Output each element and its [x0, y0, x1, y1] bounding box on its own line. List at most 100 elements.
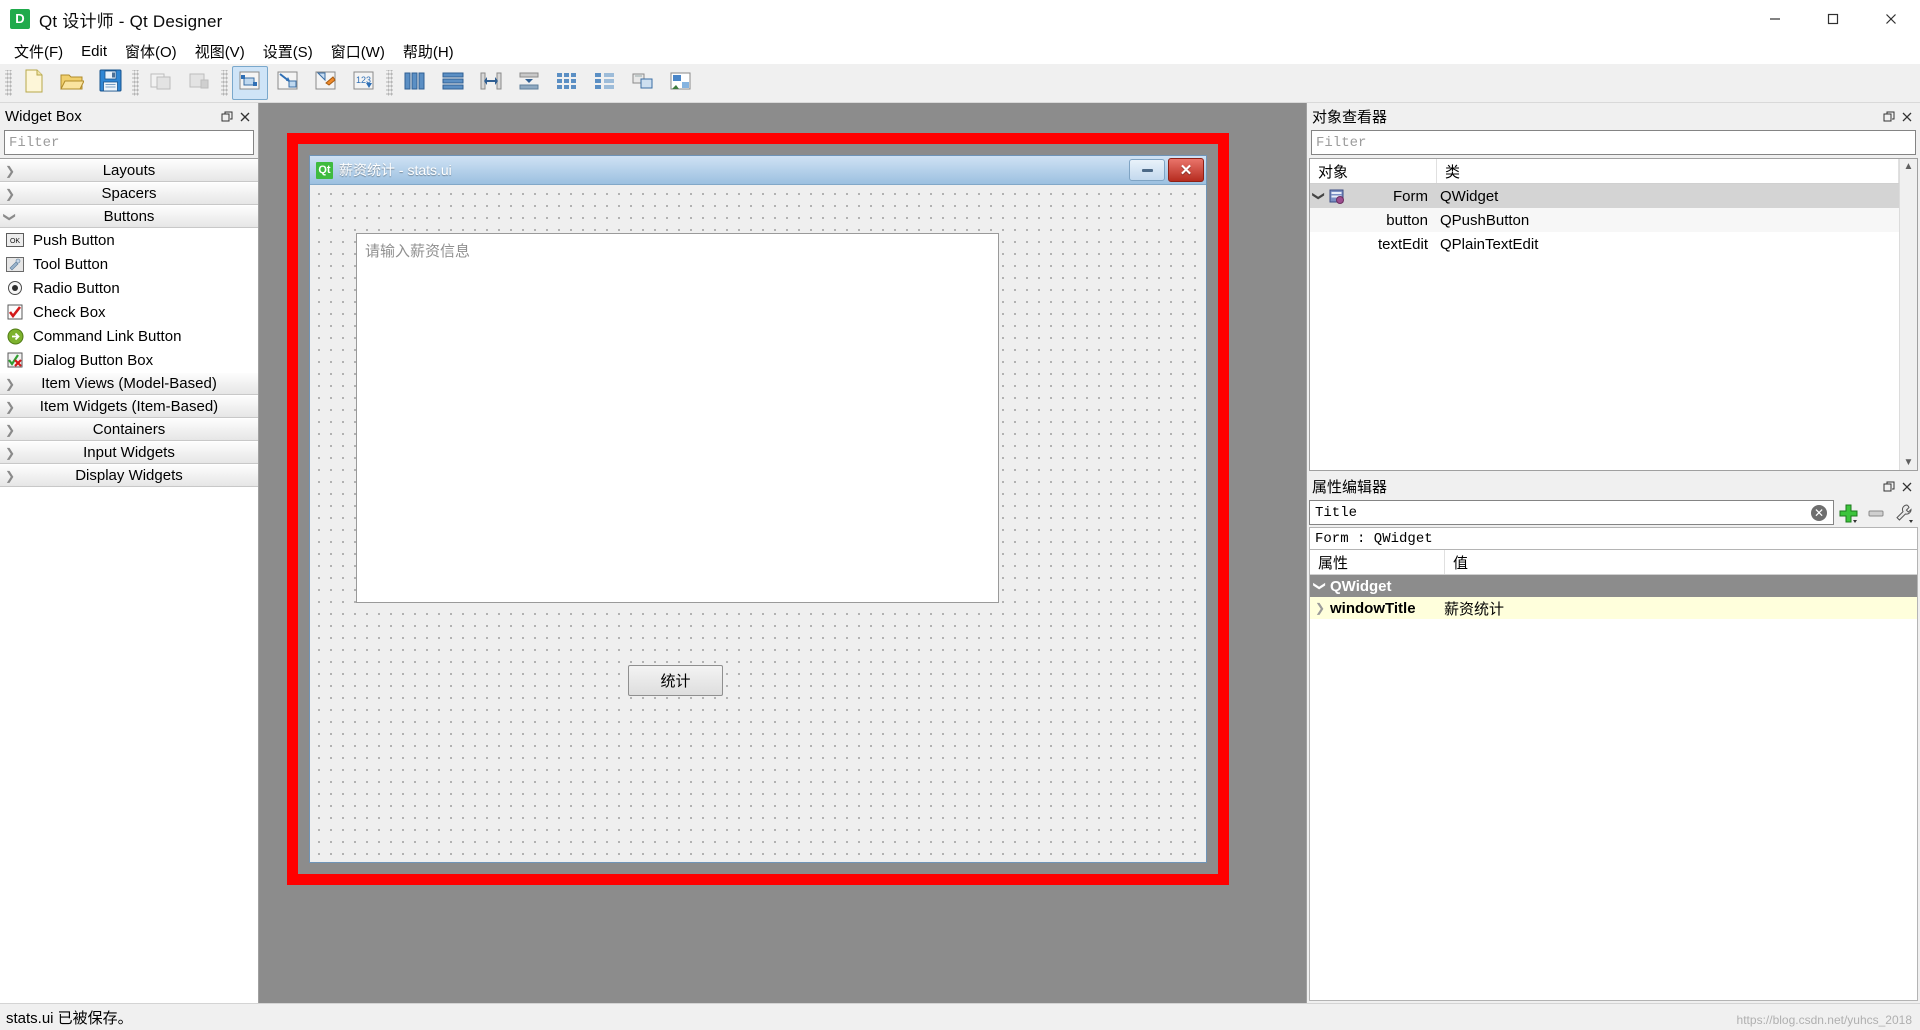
column-header-object[interactable]: 对象 [1310, 159, 1437, 183]
scroll-down-icon[interactable]: ▼ [1904, 455, 1914, 470]
edit-widgets-button[interactable] [232, 66, 268, 100]
form-minimize-button[interactable] [1129, 159, 1165, 181]
widget-item-command-link-button[interactable]: Command Link Button [0, 324, 258, 348]
chevron-down-icon[interactable]: ❯ [1312, 187, 1326, 205]
widget-category-buttons[interactable]: ❯ Buttons [0, 205, 258, 228]
layout-grid-icon [556, 71, 578, 96]
table-row[interactable]: button QPushButton [1310, 208, 1899, 232]
close-icon[interactable] [236, 108, 254, 126]
object-inspector-dock: 对象查看器 Filter 对象 类 ❯ Form QWidget button … [1307, 103, 1920, 473]
svg-text:OK: OK [10, 238, 20, 245]
plain-text-edit-widget[interactable]: 请输入薪资信息 [356, 233, 999, 603]
chevron-down-icon[interactable]: ❯ [1313, 576, 1327, 596]
redo-button[interactable] [181, 66, 217, 100]
signals-slots-icon [276, 69, 300, 98]
chevron-right-icon: ❯ [4, 376, 16, 391]
property-editor-dock-buttons [1880, 478, 1916, 496]
toolbar-grip[interactable] [132, 70, 139, 96]
close-icon[interactable] [1898, 108, 1916, 126]
widget-category-display-widgets[interactable]: ❯ Display Widgets [0, 464, 258, 487]
class-name: QWidget [1440, 187, 1499, 205]
save-form-button[interactable] [92, 66, 128, 100]
table-row[interactable]: textEdit QPlainTextEdit [1310, 232, 1899, 256]
menu-help[interactable]: 帮助(H) [394, 39, 463, 64]
push-button-icon: OK [5, 230, 25, 250]
edit-signals-slots-button[interactable] [270, 66, 306, 100]
object-inspector-filter-input[interactable]: Filter [1311, 130, 1916, 155]
close-icon[interactable] [1898, 478, 1916, 496]
float-icon[interactable] [1880, 108, 1898, 126]
menu-form[interactable]: 窗体(O) [116, 39, 186, 64]
column-header-class[interactable]: 类 [1437, 159, 1899, 183]
property-value[interactable]: 薪资统计 [1436, 598, 1917, 619]
float-icon[interactable] [1880, 478, 1898, 496]
stats-push-button[interactable]: 统计 [628, 665, 723, 696]
chevron-right-icon: ❯ [4, 422, 16, 437]
toolbar-grip[interactable] [386, 70, 393, 96]
wrench-icon [1896, 503, 1913, 523]
widget-item-check-box[interactable]: Check Box [0, 300, 258, 324]
widget-category-input-widgets[interactable]: ❯ Input Widgets [0, 441, 258, 464]
remove-property-button[interactable] [1862, 500, 1890, 525]
toolbar: 123 [0, 64, 1920, 103]
object-cell: button [1310, 212, 1432, 229]
widget-category-spacers[interactable]: ❯ Spacers [0, 182, 258, 205]
design-canvas[interactable]: Qt 薪资统计 - stats.ui ✕ 请输入薪资信息 统计 [259, 103, 1306, 1003]
widget-category-item-widgets[interactable]: ❯ Item Widgets (Item-Based) [0, 395, 258, 418]
layout-form-button[interactable] [587, 66, 623, 100]
configure-property-button[interactable] [1890, 500, 1918, 525]
property-group-qwidget[interactable]: ❯ QWidget [1310, 575, 1917, 597]
form-close-button[interactable]: ✕ [1168, 158, 1204, 182]
widget-category-layouts[interactable]: ❯ Layouts [0, 159, 258, 182]
menu-view[interactable]: 视图(V) [186, 39, 254, 64]
clear-icon[interactable]: ✕ [1811, 504, 1827, 521]
edit-tab-order-button[interactable]: 123 [346, 66, 382, 100]
widget-box-filter-input[interactable]: Filter [4, 130, 254, 155]
qt-logo-icon: Qt [316, 161, 333, 179]
property-search-input[interactable]: Title ✕ [1309, 500, 1834, 525]
undo-button[interactable] [143, 66, 179, 100]
adjust-size-button[interactable] [663, 66, 699, 100]
window-controls [1746, 0, 1920, 38]
column-header-property[interactable]: 属性 [1310, 550, 1445, 574]
widget-item-push-button[interactable]: OK Push Button [0, 228, 258, 252]
add-property-button[interactable] [1834, 500, 1862, 525]
widget-item-label: Command Link Button [33, 327, 182, 345]
chevron-right-icon[interactable]: ❯ [1310, 601, 1330, 615]
edit-buddies-button[interactable] [308, 66, 344, 100]
menu-window[interactable]: 窗口(W) [322, 39, 394, 64]
widget-item-dialog-button-box[interactable]: Dialog Button Box [0, 348, 258, 372]
widget-item-tool-button[interactable]: Tool Button [0, 252, 258, 276]
property-row-windowtitle[interactable]: ❯ windowTitle 薪资统计 [1310, 597, 1917, 619]
menu-settings[interactable]: 设置(S) [254, 39, 322, 64]
designed-form[interactable]: Qt 薪资统计 - stats.ui ✕ 请输入薪资信息 统计 [309, 155, 1207, 863]
widget-category-containers[interactable]: ❯ Containers [0, 418, 258, 441]
menu-file[interactable]: 文件(F) [5, 39, 72, 64]
widget-category-item-views[interactable]: ❯ Item Views (Model-Based) [0, 372, 258, 395]
status-message: stats.ui 已被保存。 [6, 1009, 133, 1027]
break-layout-button[interactable] [625, 66, 661, 100]
object-tree-scrollbar[interactable]: ▲ ▼ [1899, 159, 1917, 470]
layout-grid-button[interactable] [549, 66, 585, 100]
menu-edit[interactable]: Edit [72, 41, 116, 62]
toolbar-grip[interactable] [221, 70, 228, 96]
table-row[interactable]: ❯ Form QWidget [1310, 184, 1899, 208]
layout-horizontally-button[interactable] [397, 66, 433, 100]
form-canvas-area[interactable]: 请输入薪资信息 统计 [310, 185, 1206, 862]
float-icon[interactable] [218, 108, 236, 126]
layout-splitter-vertical-button[interactable] [511, 66, 547, 100]
layout-splitter-horizontal-button[interactable] [473, 66, 509, 100]
close-button[interactable] [1862, 0, 1920, 38]
column-header-value[interactable]: 值 [1445, 550, 1917, 574]
layout-vertically-button[interactable] [435, 66, 471, 100]
scroll-up-icon[interactable]: ▲ [1904, 159, 1914, 174]
property-search-row: Title ✕ [1309, 500, 1918, 525]
open-form-button[interactable] [54, 66, 90, 100]
form-selection-outline[interactable]: Qt 薪资统计 - stats.ui ✕ 请输入薪资信息 统计 [287, 133, 1229, 885]
toolbar-grip[interactable] [5, 70, 12, 96]
widget-item-radio-button[interactable]: Radio Button [0, 276, 258, 300]
minimize-button[interactable] [1746, 0, 1804, 38]
maximize-button[interactable] [1804, 0, 1862, 38]
chevron-right-icon: ❯ [4, 468, 16, 483]
new-form-button[interactable] [16, 66, 52, 100]
